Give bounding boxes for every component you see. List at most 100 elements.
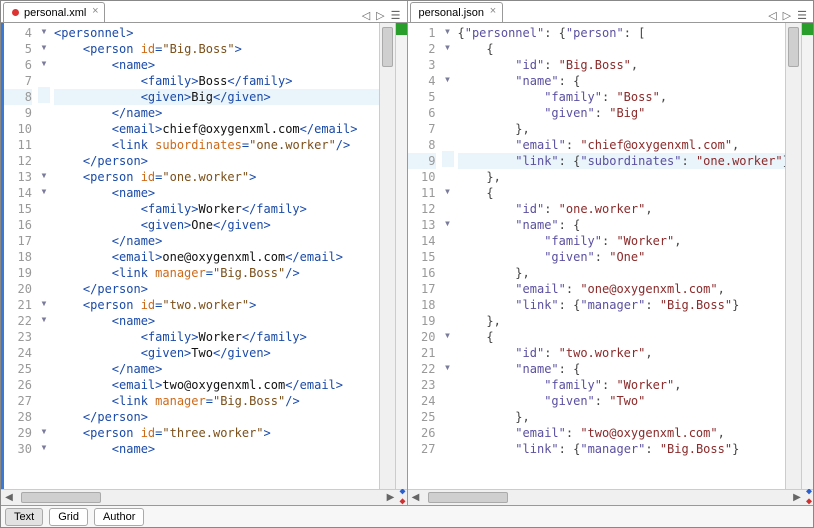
code-line[interactable]: </person> <box>54 281 379 297</box>
code-line[interactable]: <personnel> <box>54 25 379 41</box>
next-tab-icon[interactable]: ▷ <box>376 9 384 22</box>
tab-personal-json[interactable]: personal.json × <box>410 2 503 22</box>
code-line[interactable]: "link": {"manager": "Big.Boss"} <box>458 441 786 457</box>
code-line[interactable]: <family>Boss</family> <box>54 73 379 89</box>
code-line[interactable]: <person id="two.worker"> <box>54 297 379 313</box>
scrollbar-thumb[interactable] <box>21 492 101 503</box>
close-icon[interactable]: × <box>90 6 100 16</box>
code-line[interactable]: }, <box>458 169 786 185</box>
fold-toggle-icon[interactable]: ▾ <box>38 423 50 439</box>
code-line[interactable]: "family": "Worker", <box>458 233 786 249</box>
code-line[interactable]: "link": {"manager": "Big.Boss"} <box>458 297 786 313</box>
code-line[interactable]: }, <box>458 121 786 137</box>
fold-toggle-icon[interactable]: ▾ <box>38 23 50 39</box>
code-line[interactable]: }, <box>458 409 786 425</box>
fold-toggle-icon[interactable]: ▾ <box>38 311 50 327</box>
code-line[interactable]: { <box>458 329 786 345</box>
scrollbar-thumb[interactable] <box>788 27 799 67</box>
fold-toggle-icon[interactable]: ▾ <box>442 39 454 55</box>
code-line[interactable]: <family>Worker</family> <box>54 329 379 345</box>
code-line[interactable]: <name> <box>54 441 379 457</box>
fold-toggle-icon[interactable]: ▾ <box>442 359 454 375</box>
code-area[interactable]: <personnel> <person id="Big.Boss"> <name… <box>50 23 379 489</box>
fold-toggle-icon[interactable]: ▾ <box>38 439 50 455</box>
code-line[interactable]: <link manager="Big.Boss"/> <box>54 265 379 281</box>
code-line[interactable]: <given>Big</given> <box>54 89 379 105</box>
code-line[interactable]: }, <box>458 313 786 329</box>
code-line[interactable]: <email>chief@oxygenxml.com</email> <box>54 121 379 137</box>
code-line[interactable]: "family": "Worker", <box>458 377 786 393</box>
fold-toggle-icon[interactable]: ▾ <box>442 183 454 199</box>
scrollbar-thumb[interactable] <box>382 27 393 67</box>
code-line[interactable]: <family>Worker</family> <box>54 201 379 217</box>
fold-gutter[interactable]: ▾▾▾▾▾▾▾ <box>442 23 454 489</box>
overview-ruler[interactable] <box>801 23 813 489</box>
horizontal-scrollbar[interactable]: ◀ ▶ ◆◆ <box>408 489 814 505</box>
fold-toggle-icon[interactable]: ▾ <box>38 39 50 55</box>
fold-gutter[interactable]: ▾▾▾▾▾▾▾▾▾ <box>38 23 50 489</box>
view-tab-grid[interactable]: Grid <box>49 508 88 526</box>
view-tab-text[interactable]: Text <box>5 508 43 526</box>
code-line[interactable]: {"personnel": {"person": [ <box>458 25 786 41</box>
code-line[interactable]: <person id="three.worker"> <box>54 425 379 441</box>
code-line[interactable]: </person> <box>54 409 379 425</box>
code-line[interactable]: "id": "two.worker", <box>458 345 786 361</box>
view-tab-author[interactable]: Author <box>94 508 144 526</box>
code-line[interactable]: <link subordinates="one.worker"/> <box>54 137 379 153</box>
code-area[interactable]: {"personnel": {"person": [ { "id": "Big.… <box>454 23 786 489</box>
tab-menu-icon[interactable]: ☰ <box>391 9 401 22</box>
code-line[interactable]: <name> <box>54 57 379 73</box>
code-line[interactable]: </name> <box>54 105 379 121</box>
code-line[interactable]: <link manager="Big.Boss"/> <box>54 393 379 409</box>
code-line[interactable]: "given": "One" <box>458 249 786 265</box>
code-line[interactable]: { <box>458 41 786 57</box>
code-line[interactable]: </person> <box>54 153 379 169</box>
code-line[interactable]: "email": "chief@oxygenxml.com", <box>458 137 786 153</box>
code-line[interactable]: <name> <box>54 185 379 201</box>
fold-toggle-icon[interactable]: ▾ <box>38 295 50 311</box>
fold-toggle-icon[interactable]: ▾ <box>442 71 454 87</box>
code-line[interactable]: "given": "Big" <box>458 105 786 121</box>
code-line[interactable]: "id": "one.worker", <box>458 201 786 217</box>
prev-tab-icon[interactable]: ◁ <box>768 9 776 22</box>
code-line[interactable]: "name": { <box>458 73 786 89</box>
tab-menu-icon[interactable]: ☰ <box>797 9 807 22</box>
code-line[interactable]: <person id="Big.Boss"> <box>54 41 379 57</box>
scroll-right-icon[interactable]: ▶ <box>383 492 399 503</box>
code-line[interactable]: <name> <box>54 313 379 329</box>
code-line[interactable]: "email": "one@oxygenxml.com", <box>458 281 786 297</box>
fold-toggle-icon[interactable]: ▾ <box>38 167 50 183</box>
code-line[interactable]: </name> <box>54 233 379 249</box>
code-line[interactable]: <given>One</given> <box>54 217 379 233</box>
code-line[interactable]: <email>two@oxygenxml.com</email> <box>54 377 379 393</box>
fold-toggle-icon[interactable]: ▾ <box>442 23 454 39</box>
code-line[interactable]: <email>one@oxygenxml.com</email> <box>54 249 379 265</box>
fold-toggle-icon[interactable]: ▾ <box>442 327 454 343</box>
code-line[interactable]: "family": "Boss", <box>458 89 786 105</box>
fold-toggle-icon[interactable]: ▾ <box>38 55 50 71</box>
next-tab-icon[interactable]: ▷ <box>783 9 791 22</box>
vertical-scrollbar[interactable] <box>379 23 395 489</box>
fold-toggle-icon[interactable]: ▾ <box>442 215 454 231</box>
prev-tab-icon[interactable]: ◁ <box>362 9 370 22</box>
fold-toggle-icon[interactable]: ▾ <box>38 183 50 199</box>
code-line[interactable]: <person id="one.worker"> <box>54 169 379 185</box>
code-line[interactable]: <given>Two</given> <box>54 345 379 361</box>
code-line[interactable]: "id": "Big.Boss", <box>458 57 786 73</box>
close-icon[interactable]: × <box>488 6 498 16</box>
scroll-left-icon[interactable]: ◀ <box>1 492 17 503</box>
code-line[interactable]: }, <box>458 265 786 281</box>
scroll-right-icon[interactable]: ▶ <box>789 492 805 503</box>
code-line[interactable]: "link": {"subordinates": "one.worker"} <box>458 153 786 169</box>
code-line[interactable]: { <box>458 185 786 201</box>
code-line[interactable]: </name> <box>54 361 379 377</box>
code-line[interactable]: "name": { <box>458 361 786 377</box>
code-line[interactable]: "name": { <box>458 217 786 233</box>
horizontal-scrollbar[interactable]: ◀ ▶ ◆◆ <box>1 489 407 505</box>
tab-personal-xml[interactable]: personal.xml × <box>3 2 105 22</box>
code-line[interactable]: "given": "Two" <box>458 393 786 409</box>
scrollbar-thumb[interactable] <box>428 492 508 503</box>
code-line[interactable]: "email": "two@oxygenxml.com", <box>458 425 786 441</box>
scroll-left-icon[interactable]: ◀ <box>408 492 424 503</box>
vertical-scrollbar[interactable] <box>785 23 801 489</box>
